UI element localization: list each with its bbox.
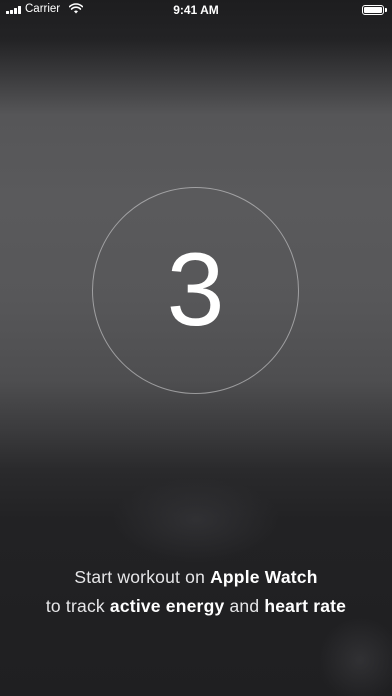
workout-countdown-screen: Carrier 9:41 AM 3 Start workout on Apple… xyxy=(0,0,392,696)
heart-rate-label: heart rate xyxy=(264,596,347,616)
status-time: 9:41 AM xyxy=(173,3,219,17)
workout-instruction-text: Start workout on Apple Watch to track ac… xyxy=(20,563,372,621)
instruction-text-1: Start workout on xyxy=(74,567,211,587)
instruction-text-2: to track xyxy=(45,596,110,616)
battery-icon xyxy=(362,5,387,15)
apple-watch-label: Apple Watch xyxy=(210,567,318,587)
instruction-text-3: and xyxy=(224,596,265,616)
active-energy-label: active energy xyxy=(109,596,225,616)
countdown-number: 3 xyxy=(166,232,225,348)
status-bar: Carrier 9:41 AM xyxy=(0,0,392,20)
battery-fill xyxy=(364,7,382,13)
